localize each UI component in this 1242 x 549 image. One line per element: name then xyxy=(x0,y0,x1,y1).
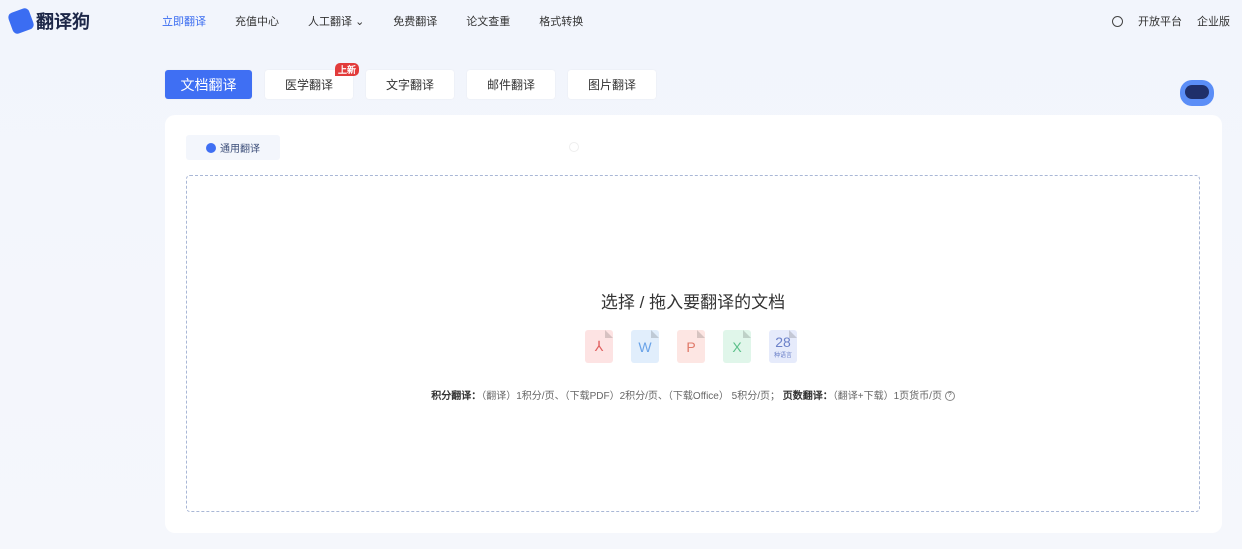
tab-image[interactable]: 图片翻译 xyxy=(568,70,656,99)
chevron-down-icon: ⌄ xyxy=(355,16,365,28)
nav-free-translation[interactable]: 免费翻译 xyxy=(393,13,437,29)
word-file-icon: W xyxy=(631,330,659,363)
tab-text[interactable]: 文字翻译 xyxy=(366,70,454,99)
languages-file-icon: 28 种语言 xyxy=(769,330,797,363)
nav-format-convert[interactable]: 格式转换 xyxy=(539,13,583,29)
tab-email[interactable]: 邮件翻译 xyxy=(467,70,555,99)
top-bar: 翻译狗 立即翻译 充值中心 人工翻译 ⌄ 免费翻译 论文查重 格式转换 开放平台… xyxy=(0,0,1242,40)
pdf-file-icon: ⅄ xyxy=(585,330,613,363)
open-platform-link[interactable]: 开放平台 xyxy=(1138,13,1182,29)
logo[interactable]: 翻译狗 xyxy=(6,6,90,36)
help-icon[interactable]: ? xyxy=(944,391,955,402)
platform-icon xyxy=(1112,15,1123,27)
nav-translate-now[interactable]: 立即翻译 xyxy=(162,13,206,29)
file-type-icons: ⅄ W P X 28 种语言 xyxy=(585,330,797,363)
translation-tabs: 文档翻译 医学翻译 上新 文字翻译 邮件翻译 图片翻译 xyxy=(165,63,656,99)
help-icon[interactable] xyxy=(569,142,579,152)
ppt-file-icon: P xyxy=(677,330,705,363)
new-badge: 上新 xyxy=(334,63,359,76)
excel-file-icon: X xyxy=(723,330,751,363)
upload-card: 通用翻译 选择 / 拖入要翻译的文档 ⅄ W P X 28 种语言 积分翻译：（翻译）1积… xyxy=(165,115,1222,533)
enterprise-link[interactable]: 企业版 xyxy=(1197,13,1230,29)
pricing-info: 积分翻译：（翻译）1积分/页、（下载PDF）2积分/页、（下载Office） 5… xyxy=(187,387,1199,402)
nav-human-translation[interactable]: 人工翻译 ⌄ xyxy=(308,13,364,29)
subtab-general[interactable]: 通用翻译 xyxy=(186,135,280,160)
tab-document[interactable]: 文档翻译 xyxy=(165,70,252,99)
nav-recharge[interactable]: 充值中心 xyxy=(235,13,279,29)
file-drop-zone[interactable]: 选择 / 拖入要翻译的文档 ⅄ W P X 28 种语言 积分翻译：（翻译）1积分/页、（… xyxy=(186,175,1200,512)
drop-title: 选择 / 拖入要翻译的文档 xyxy=(600,293,786,312)
nav-plagiarism-check[interactable]: 论文查重 xyxy=(466,13,510,29)
tab-medical[interactable]: 医学翻译 上新 xyxy=(265,63,359,99)
general-icon xyxy=(206,142,216,153)
main-nav: 立即翻译 充值中心 人工翻译 ⌄ 免费翻译 论文查重 格式转换 xyxy=(162,13,583,29)
robot-assistant-icon[interactable] xyxy=(1176,74,1218,110)
logo-icon xyxy=(6,6,36,36)
